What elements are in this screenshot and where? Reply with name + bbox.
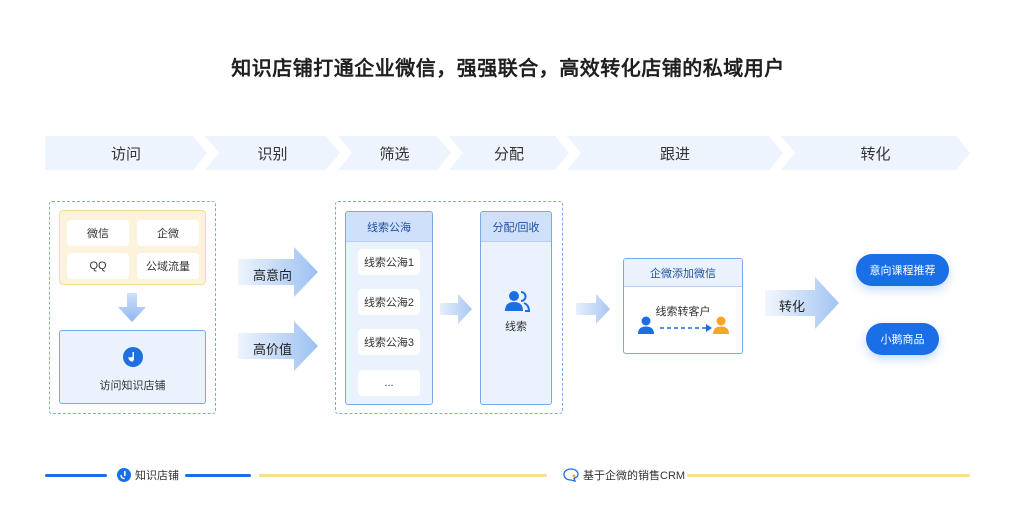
right-arrow-icon [440,294,472,324]
step-follow: 跟进 [567,136,783,170]
footer-left: 知识店铺 [117,467,179,483]
source-wecom: 企微 [137,220,199,246]
footer-line-yellow [259,474,547,477]
footer-left-label: 知识店铺 [135,470,179,482]
footer-line-blue [185,474,251,477]
lead-pool-item: 线索公海1 [358,249,420,275]
course-recommend-button[interactable]: 意向课程推荐 [856,254,949,286]
step-filter: 筛选 [338,136,451,170]
visit-store-label: 访问知识店铺 [99,380,166,392]
lead-pool-item: ... [358,370,420,396]
users-icon [505,291,530,312]
wecom-add-header: 企微添加微信 [624,259,742,287]
step-identify: 识别 [205,136,340,170]
source-qq: QQ [67,253,129,279]
assign-column: 分配/回收 线索 [480,211,552,405]
right-arrow-icon [576,294,610,324]
assign-label: 线索 [505,321,527,333]
high-value-label: 高价值 [253,342,293,357]
store-logo-icon [117,468,131,482]
lead-pool-header: 线索公海 [346,212,432,242]
visit-store-box: 访问知识店铺 [59,330,206,404]
high-intent-label: 高意向 [253,268,293,283]
footer-right: 基于企微的销售CRM [563,467,685,483]
page-title: 知识店铺打通企业微信，强强联合，高效转化店铺的私域用户 [231,58,785,80]
source-public: 公域流量 [137,253,199,279]
step-assign: 分配 [449,136,569,170]
source-wechat: 微信 [67,220,129,246]
goose-goods-button[interactable]: 小鹅商品 [866,323,939,355]
down-arrow-icon [118,293,146,322]
wecom-add-box: 企微添加微信 线索转客户 [623,258,743,354]
footer-bar: 知识店铺 基于企微的销售CRM [45,466,970,484]
lead-pool-item: 线索公海2 [358,289,420,315]
convert-label: 转化 [779,299,806,314]
step-convert: 转化 [781,136,970,170]
lead-pool-column: 线索公海 线索公海1 线索公海2 线索公海3 ... [345,211,433,405]
lead-to-customer-icon [638,316,729,334]
footer-line-yellow [687,474,970,477]
step-visit: 访问 [45,136,207,170]
traffic-sources: 微信 企微 QQ 公域流量 [59,210,206,285]
footer-right-label: 基于企微的销售CRM [583,470,686,482]
chat-crm-icon [563,468,579,482]
lead-pool-item: 线索公海3 [358,329,420,355]
assign-header: 分配/回收 [481,212,551,242]
footer-line-blue [45,474,107,477]
process-steps: 访问 识别 筛选 分配 跟进 转化 [45,136,970,170]
note-icon [123,347,143,367]
